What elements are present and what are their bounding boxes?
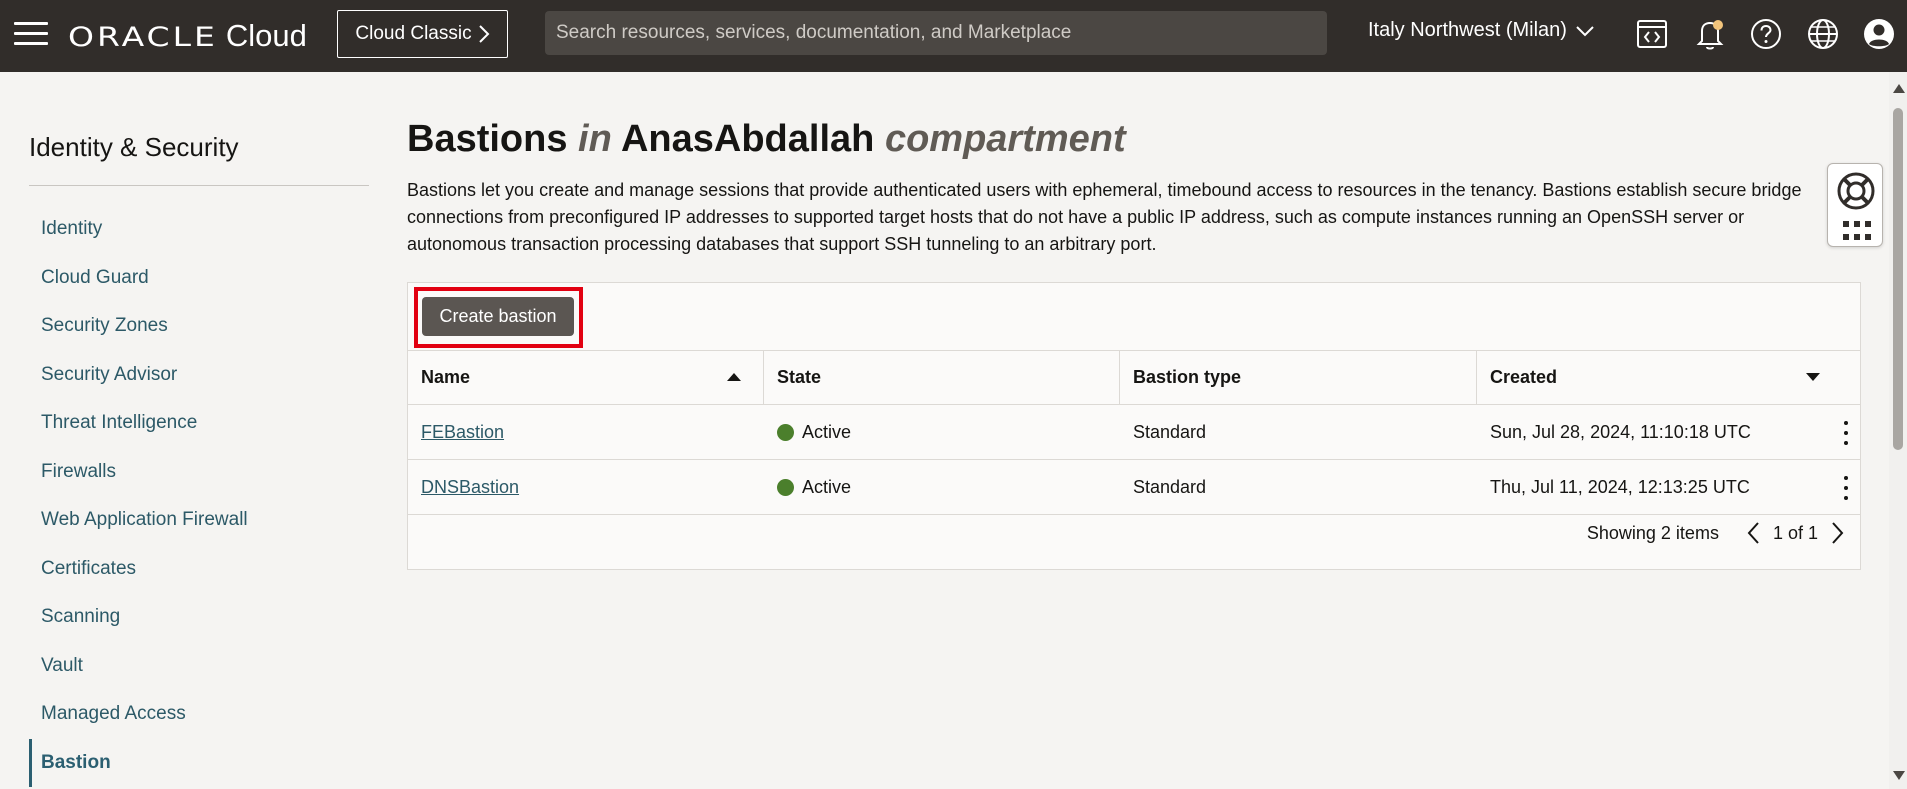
created-label: Thu, Jul 11, 2024, 12:13:25 UTC xyxy=(1490,476,1750,497)
row-name-cell: DNSBastion xyxy=(408,460,764,514)
row-state-cell: Active xyxy=(764,405,1120,459)
page-title: Bastions in AnasAbdallah compartment xyxy=(407,118,1126,161)
showing-items-count: Showing 2 items xyxy=(1586,522,1719,543)
help-icon[interactable] xyxy=(1749,17,1783,51)
lifebuoy-help-icon[interactable] xyxy=(1836,171,1876,216)
row-type-cell: Standard xyxy=(1133,421,1207,442)
sidebar-item-certificates[interactable]: Certificates xyxy=(29,545,369,594)
page-description: Bastions let you create and manage sessi… xyxy=(407,180,1802,254)
create-bastion-button[interactable]: Create bastion xyxy=(422,297,574,336)
chevron-down-icon xyxy=(1576,25,1594,36)
sidebar-item-cloud-guard[interactable]: Cloud Guard xyxy=(29,254,369,303)
title-resource: Bastions xyxy=(407,118,568,160)
table-row: FEBastion Active Standard Sun, Jul 28, 2… xyxy=(408,405,1860,460)
page-indicator: 1 of 1 xyxy=(1772,522,1818,543)
help-widget xyxy=(1827,163,1883,247)
search-input[interactable] xyxy=(545,11,1327,55)
row-created-cell: Thu, Jul 11, 2024, 12:13:25 UTC xyxy=(1477,460,1860,514)
title-in: in xyxy=(578,118,612,160)
table-row: DNSBastion Active Standard Thu, Jul 11, … xyxy=(408,460,1860,515)
column-created-label: Created xyxy=(1490,367,1558,387)
title-compartment-word: compartment xyxy=(884,118,1126,160)
code-editor-icon[interactable] xyxy=(1635,17,1669,51)
sidebar-title: Identity & Security xyxy=(29,132,239,162)
row-actions-kebab-icon[interactable] xyxy=(1842,421,1850,445)
title-compartment-name: AnasAbdallah xyxy=(620,118,875,160)
sidebar-item-managed-access[interactable]: Managed Access xyxy=(29,690,369,739)
scroll-up-arrow-icon[interactable] xyxy=(1893,84,1905,93)
next-page-chevron-right-icon[interactable] xyxy=(1828,521,1848,545)
column-header-state: State xyxy=(764,351,1120,404)
user-profile-icon[interactable] xyxy=(1862,17,1896,51)
sort-descending-icon[interactable] xyxy=(1806,373,1820,381)
sidebar-item-firewalls[interactable]: Firewalls xyxy=(29,448,369,497)
region-selector[interactable]: Italy Northwest (Milan) xyxy=(1368,19,1595,42)
sort-ascending-icon[interactable] xyxy=(727,373,741,381)
language-globe-icon[interactable] xyxy=(1806,17,1840,51)
row-type-cell: Standard xyxy=(1133,476,1207,497)
sidebar-item-security-zones[interactable]: Security Zones xyxy=(29,302,369,351)
row-state-cell: Active xyxy=(764,460,1120,514)
bastions-table-panel: Create bastion Name State Bastion type C… xyxy=(407,282,1861,570)
top-navigation-bar: ORACLE Cloud Cloud Classic Italy Northwe… xyxy=(0,0,1907,72)
row-name-cell: FEBastion xyxy=(408,405,764,459)
bastions-table: Name State Bastion type Created FEBastio… xyxy=(408,350,1860,515)
status-active-dot-icon xyxy=(777,423,794,441)
cloud-classic-label: Cloud Classic xyxy=(355,23,472,44)
row-created-cell: Sun, Jul 28, 2024, 11:10:18 UTC xyxy=(1477,405,1860,459)
sidebar-item-vault[interactable]: Vault xyxy=(29,642,369,691)
pagination: Showing 2 items 1 of 1 xyxy=(1587,521,1848,545)
scrollbar-thumb[interactable] xyxy=(1893,108,1903,450)
state-label: Active xyxy=(802,421,852,442)
column-state-label: State xyxy=(777,367,822,387)
logo-product: Cloud xyxy=(225,18,307,53)
sidebar-item-scanning[interactable]: Scanning xyxy=(29,593,369,642)
created-label: Sun, Jul 28, 2024, 11:10:18 UTC xyxy=(1490,421,1751,442)
region-label: Italy Northwest (Milan) xyxy=(1368,19,1567,41)
status-active-dot-icon xyxy=(777,478,794,496)
previous-page-chevron-left-icon[interactable] xyxy=(1743,521,1763,545)
scroll-down-arrow-icon[interactable] xyxy=(1893,771,1905,780)
cloud-classic-button[interactable]: Cloud Classic xyxy=(337,10,508,58)
sidebar: Identity & Security Identity Cloud Guard… xyxy=(0,72,380,789)
column-header-name[interactable]: Name xyxy=(408,351,764,404)
notifications-bell-icon[interactable] xyxy=(1693,17,1727,51)
column-header-created[interactable]: Created xyxy=(1477,351,1860,404)
sidebar-item-web-application-firewall[interactable]: Web Application Firewall xyxy=(29,496,369,545)
oracle-cloud-logo[interactable]: ORACLE Cloud xyxy=(68,18,307,54)
sidebar-divider xyxy=(29,185,369,186)
sidebar-item-security-advisor[interactable]: Security Advisor xyxy=(29,351,369,400)
sidebar-item-threat-intelligence[interactable]: Threat Intelligence xyxy=(29,399,369,448)
bastion-name-link[interactable]: FEBastion xyxy=(421,422,504,443)
sidebar-item-bastion[interactable]: Bastion xyxy=(29,738,369,787)
column-header-bastion-type: Bastion type xyxy=(1120,351,1477,404)
column-name-label: Name xyxy=(421,367,471,387)
logo-brand: ORACLE xyxy=(68,20,218,52)
page-scrollbar[interactable] xyxy=(1889,72,1907,789)
table-header: Name State Bastion type Created xyxy=(408,350,1860,405)
navigation-menu-icon[interactable] xyxy=(14,22,48,48)
chevron-right-icon xyxy=(478,25,489,43)
row-actions-kebab-icon[interactable] xyxy=(1842,476,1850,500)
state-label: Active xyxy=(802,476,852,497)
bastion-name-link[interactable]: DNSBastion xyxy=(421,477,519,498)
sidebar-item-identity[interactable]: Identity xyxy=(29,205,369,254)
apps-grid-icon[interactable] xyxy=(1843,221,1871,241)
sidebar-list: Identity Cloud Guard Security Zones Secu… xyxy=(29,205,369,787)
column-type-label: Bastion type xyxy=(1133,367,1242,387)
